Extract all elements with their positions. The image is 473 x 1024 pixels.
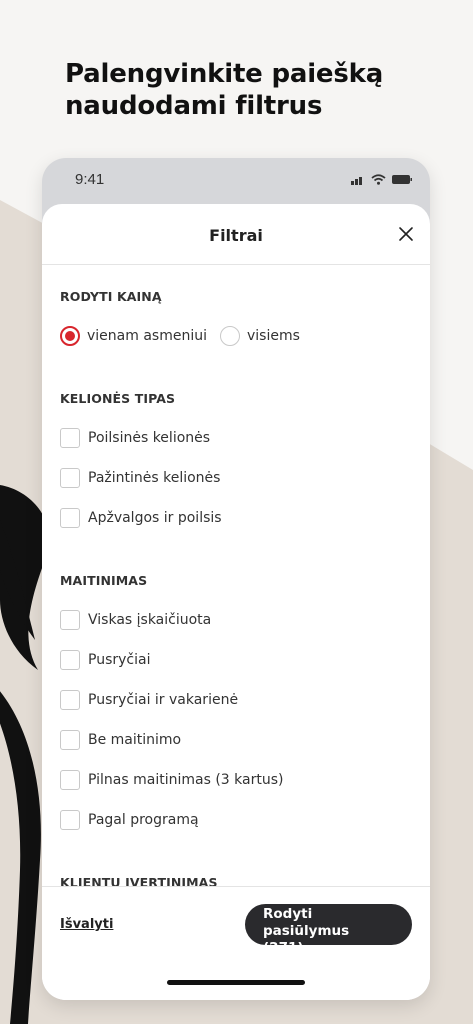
battery-icon bbox=[392, 175, 412, 184]
checkbox-label: Apžvalgos ir poilsis bbox=[88, 510, 222, 526]
checkbox-row[interactable]: Pusryčiai bbox=[60, 650, 150, 670]
checkbox-label: Pagal programą bbox=[88, 812, 199, 828]
checkbox-row[interactable]: Poilsinės kelionės bbox=[60, 428, 210, 448]
checkbox[interactable] bbox=[60, 810, 80, 830]
wifi-icon bbox=[371, 174, 386, 185]
home-indicator bbox=[167, 980, 305, 985]
radio-per-person[interactable]: vienam asmeniui bbox=[60, 326, 207, 346]
checkbox-row[interactable]: Pilnas maitinimas (3 kartus) bbox=[60, 770, 283, 790]
show-offers-label-line2: (271) bbox=[263, 940, 304, 956]
close-icon[interactable] bbox=[398, 226, 414, 242]
sheet-footer: Išvalyti Rodyti pasiūlymus (271) bbox=[42, 886, 430, 1000]
section-title-price: RODYTI KAINĄ bbox=[60, 289, 162, 304]
checkbox-label: Be maitinimo bbox=[88, 732, 182, 748]
status-time: 9:41 bbox=[75, 171, 105, 188]
radio-all[interactable]: visiems bbox=[220, 326, 300, 346]
checkbox-label: Pažintinės kelionės bbox=[88, 470, 221, 486]
signal-icon bbox=[351, 177, 362, 185]
checkbox-row[interactable]: Pažintinės kelionės bbox=[60, 468, 220, 488]
checkbox-label: Pusryčiai bbox=[88, 652, 151, 668]
checkbox-row[interactable]: Pusryčiai ir vakarienė bbox=[60, 690, 238, 710]
sheet-header: Filtrai bbox=[42, 204, 430, 265]
checkbox-label: Viskas įskaičiuota bbox=[88, 612, 212, 628]
checkbox-row[interactable]: Pagal programą bbox=[60, 810, 199, 830]
checkbox[interactable] bbox=[60, 610, 80, 630]
checkbox-row[interactable]: Apžvalgos ir poilsis bbox=[60, 508, 222, 528]
phone-frame: 9:41 Filtrai RODYTI KAINĄ vienam asmeniu… bbox=[42, 158, 430, 1000]
checkbox-row[interactable]: Be maitinimo bbox=[60, 730, 181, 750]
radio-label: visiems bbox=[247, 328, 300, 344]
filters-sheet: Filtrai RODYTI KAINĄ vienam asmeniui vis… bbox=[42, 204, 430, 1000]
section-title-trip-type: KELIONĖS TIPAS bbox=[60, 391, 176, 406]
checkbox[interactable] bbox=[60, 770, 80, 790]
checkbox-label: Pusryčiai ir vakarienė bbox=[88, 692, 239, 708]
radio-button[interactable] bbox=[220, 326, 240, 346]
checkbox-row[interactable]: Viskas įskaičiuota bbox=[60, 610, 211, 630]
checkbox[interactable] bbox=[60, 690, 80, 710]
headline-line-1: Palengvinkite paiešką bbox=[65, 59, 384, 89]
checkbox[interactable] bbox=[60, 650, 80, 670]
status-bar: 9:41 bbox=[42, 158, 430, 204]
checkbox-label: Pilnas maitinimas (3 kartus) bbox=[88, 772, 284, 788]
radio-label: vienam asmeniui bbox=[87, 328, 207, 344]
checkbox[interactable] bbox=[60, 730, 80, 750]
checkbox[interactable] bbox=[60, 428, 80, 448]
section-title-meals: MAITINIMAS bbox=[60, 573, 148, 588]
clear-filters-link[interactable]: Išvalyti bbox=[60, 917, 113, 932]
show-offers-label-line1: Rodyti pasiūlymus bbox=[263, 906, 350, 939]
headline: Palengvinkite paiešką naudodami filtrus bbox=[65, 58, 445, 122]
sheet-title: Filtrai bbox=[209, 226, 263, 245]
checkbox-label: Poilsinės kelionės bbox=[88, 430, 211, 446]
radio-button-selected[interactable] bbox=[60, 326, 80, 346]
show-offers-button[interactable]: Rodyti pasiūlymus (271) bbox=[245, 904, 412, 956]
checkbox[interactable] bbox=[60, 508, 80, 528]
headline-line-2: naudodami filtrus bbox=[65, 91, 323, 121]
checkbox[interactable] bbox=[60, 468, 80, 488]
status-icons bbox=[351, 174, 412, 185]
